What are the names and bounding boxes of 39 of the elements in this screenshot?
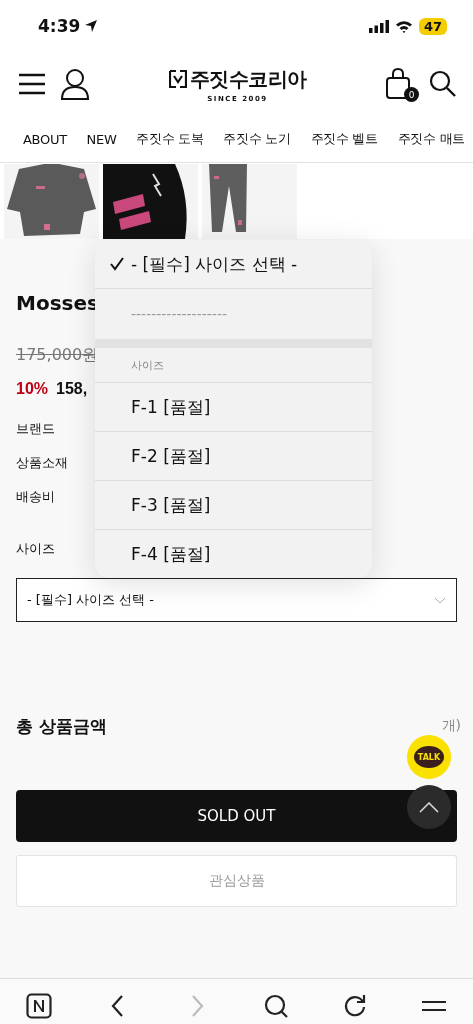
search-icon[interactable] (429, 70, 457, 98)
size-select[interactable]: - [필수] 사이즈 선택 - (16, 578, 457, 622)
signal-icon (368, 19, 389, 33)
naver-icon[interactable] (26, 993, 53, 1019)
nav-link[interactable]: 주짓수 매트 (397, 130, 465, 148)
logo-icon (168, 70, 187, 88)
chevron-up-icon (419, 801, 439, 813)
wifi-icon (394, 19, 413, 33)
size-option[interactable]: F-4 [품절] (95, 530, 372, 578)
spec-label: 상품소재 (16, 454, 68, 472)
size-option[interactable]: F-2 [품절] (95, 432, 372, 481)
location-icon (84, 19, 99, 33)
spec-label: 배송비 (16, 488, 55, 506)
nav-link[interactable]: NEW (86, 131, 117, 147)
nav-link[interactable]: 주짓수 벨트 (310, 130, 378, 148)
site-logo[interactable]: 주짓수코리아 (189, 65, 307, 93)
option-group-label: 사이즈 (131, 357, 164, 373)
nav-link[interactable]: ABOUT (23, 131, 67, 147)
shopping-bag-icon (385, 68, 411, 100)
total-label: 총 상품금액 (16, 714, 107, 738)
original-price: 175,000원 (16, 345, 99, 366)
size-option[interactable]: F-3 [품절] (95, 481, 372, 530)
battery-indicator: 47 (418, 17, 447, 35)
nav-link[interactable]: 주짓수 노기 (223, 130, 291, 148)
menu-icon[interactable] (18, 73, 46, 95)
option-label: 사이즈 (16, 540, 55, 558)
size-option[interactable]: F-1 [품절] (95, 383, 372, 432)
cart-count: 0 (404, 87, 419, 102)
spec-label: 브랜드 (16, 420, 55, 438)
sale-price: 158, (56, 380, 88, 398)
size-option[interactable]: - [필수] 사이즈 선택 - (95, 240, 372, 289)
clock: 4:39 (38, 16, 81, 36)
chevron-down-icon (434, 596, 446, 604)
sold-out-button[interactable]: SOLD OUT (16, 790, 457, 842)
user-icon[interactable] (60, 68, 90, 100)
discount-rate: 10% (16, 380, 49, 398)
search-icon[interactable] (262, 993, 289, 1019)
total-count: 개) (441, 717, 461, 735)
nav-link[interactable]: 주짓수 도복 (136, 130, 204, 148)
